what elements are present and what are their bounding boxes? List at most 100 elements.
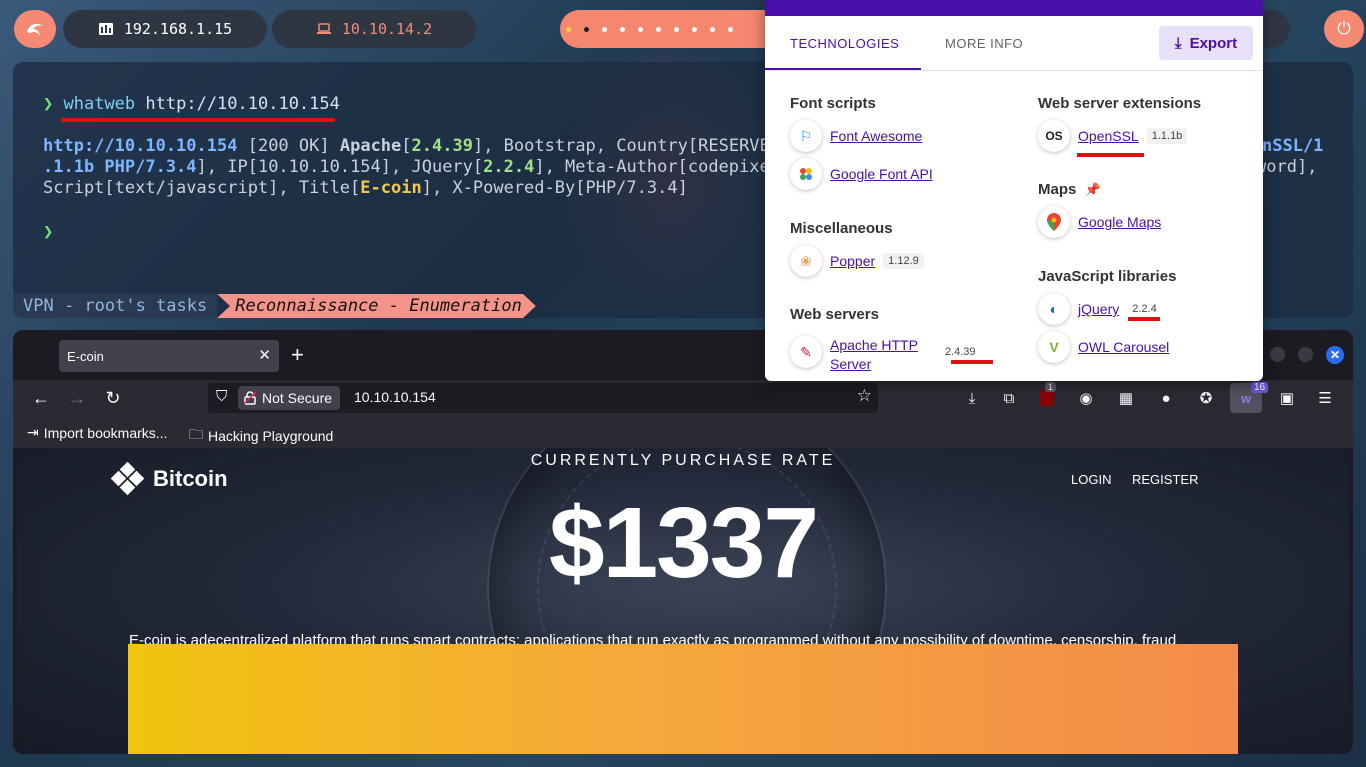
- prompt-symbol: ❯: [43, 94, 54, 114]
- tech-name[interactable]: Apache HTTP: [830, 336, 918, 355]
- tech-name[interactable]: Popper: [830, 253, 875, 269]
- status-window[interactable]: Reconnaissance - Enumeration: [217, 294, 536, 318]
- tech-popper[interactable]: ❀ Popper 1.12.9: [790, 245, 924, 277]
- vpn-ip-widget[interactable]: 10.10.14.2: [272, 10, 476, 48]
- tech-name[interactable]: Font Awesome: [830, 128, 922, 144]
- prompt-symbol: ❯: [43, 222, 54, 242]
- tab-title: E-coin: [67, 348, 104, 364]
- minimize-button[interactable]: [1270, 347, 1285, 362]
- back-button[interactable]: ←: [29, 386, 53, 410]
- url-text[interactable]: 10.10.10.154: [354, 389, 436, 405]
- close-window-button[interactable]: ✕: [1326, 346, 1344, 364]
- workspace-dot[interactable]: [674, 26, 679, 32]
- red-underline-annotation: [61, 118, 335, 122]
- status-session: VPN - root's tasks: [13, 294, 218, 318]
- terminal-prompt-line: ❯: [43, 222, 53, 242]
- output-apache-version: 2.4.39: [411, 136, 473, 156]
- export-button[interactable]: ⤓ Export: [1159, 26, 1253, 60]
- tab-more-info[interactable]: MORE INFO: [945, 36, 1023, 51]
- monitor-icon: [98, 23, 113, 35]
- workspace-dot[interactable]: [710, 26, 715, 32]
- workspace-dot[interactable]: [638, 26, 643, 32]
- red-underline-annotation: [951, 360, 993, 364]
- price-display: $1337: [548, 487, 819, 599]
- kali-menu-button[interactable]: [14, 10, 56, 48]
- red-underline-annotation: [1077, 153, 1144, 157]
- tech-owl-carousel[interactable]: V OWL Carousel: [1038, 331, 1169, 363]
- downloads-icon[interactable]: ⤓: [960, 386, 984, 410]
- terminal-command-line: ❯ whatweb http://10.10.10.154: [43, 94, 340, 114]
- output-close: ]: [677, 178, 688, 198]
- tech-name[interactable]: jQuery: [1078, 301, 1119, 317]
- close-tab-icon[interactable]: ✕: [258, 346, 271, 364]
- gradient-banner: [128, 644, 1238, 754]
- vpn-ip-text: 10.10.14.2: [341, 20, 433, 38]
- qr-code-icon[interactable]: ▦: [1114, 386, 1138, 410]
- bookmark-import[interactable]: ⇥ Import bookmarks...: [27, 424, 167, 441]
- register-link[interactable]: REGISTER: [1132, 472, 1198, 487]
- new-tab-button[interactable]: +: [291, 342, 304, 368]
- pin-icon[interactable]: 📌: [1085, 182, 1101, 197]
- not-secure-badge[interactable]: Not Secure: [238, 386, 341, 410]
- tech-apache[interactable]: ✎ Apache HTTP Server 2.4.39: [790, 336, 981, 374]
- workspace-dot[interactable]: [620, 26, 625, 32]
- map-pin-icon: [1038, 206, 1070, 238]
- workspace-dot[interactable]: [728, 26, 733, 32]
- tech-version: 2.4.39: [944, 346, 976, 358]
- tech-font-awesome[interactable]: ⚐ Font Awesome: [790, 120, 922, 152]
- output-php: PHP/7.3.4: [585, 178, 678, 198]
- shield-icon[interactable]: ⛉: [216, 388, 227, 405]
- url-bar[interactable]: ⛉ Not Secure 10.10.10.154 ☆: [208, 383, 878, 413]
- extensions-icon[interactable]: ⧉: [997, 386, 1021, 410]
- cookie-editor-icon[interactable]: ✪: [1194, 386, 1218, 410]
- browser-tab[interactable]: E-coin ✕: [59, 340, 279, 372]
- output-tail-text: nSSL/1: [1262, 136, 1324, 156]
- user-agent-icon[interactable]: ▣: [1275, 386, 1299, 410]
- tech-name[interactable]: OWL Carousel: [1078, 339, 1169, 355]
- tech-name[interactable]: Google Maps: [1078, 214, 1161, 230]
- menu-icon[interactable]: ☰: [1313, 386, 1337, 410]
- kali-dragon-icon: [27, 24, 43, 35]
- forward-button[interactable]: →: [65, 386, 89, 410]
- tech-name[interactable]: Google Font API: [830, 166, 933, 182]
- workspace-switcher[interactable]: [560, 10, 770, 48]
- bookmark-folder-hacking[interactable]: 🗀 Hacking Playground: [189, 424, 333, 448]
- output-powered-by: ], X-Powered-By[: [421, 178, 586, 198]
- workspace-dot[interactable]: [692, 26, 697, 32]
- tech-name[interactable]: OpenSSL: [1078, 128, 1139, 144]
- tech-version: 1.1.1b: [1146, 128, 1188, 144]
- tmux-status-bar: VPN - root's tasks Reconnaissance - Enum…: [13, 294, 536, 318]
- maximize-button[interactable]: [1298, 347, 1313, 362]
- tech-openssl[interactable]: OS OpenSSL 1.1.1b: [1038, 120, 1188, 152]
- login-link[interactable]: LOGIN: [1071, 472, 1111, 487]
- google-fonts-icon: [790, 158, 822, 190]
- output-ip: 10.10.10.154: [257, 157, 381, 177]
- workspace-dot[interactable]: [602, 26, 607, 32]
- category-font-scripts: Font scripts: [790, 95, 876, 112]
- output-openssl: .1.1b PHP/7.3.4: [43, 157, 197, 177]
- foxyproxy-icon[interactable]: ◉: [1074, 386, 1098, 410]
- jquery-icon: ◐: [1038, 293, 1070, 325]
- bookmark-star-icon[interactable]: ☆: [857, 386, 872, 406]
- output-apache: Apache: [339, 136, 402, 156]
- output-rest: , Bootstrap, Country[RESERVED: [483, 136, 781, 156]
- workspace-dot[interactable]: [656, 26, 661, 32]
- tech-name-continued[interactable]: Server: [830, 355, 918, 374]
- output-url: http://10.10.10.154: [43, 136, 238, 156]
- export-label: Export: [1189, 34, 1238, 52]
- output-tail-1: nSSL/1: [1262, 136, 1323, 156]
- tech-google-maps[interactable]: Google Maps: [1038, 206, 1161, 238]
- workspace-dot[interactable]: [584, 26, 589, 32]
- category-maps: Maps 📌: [1038, 181, 1101, 198]
- local-ip-widget[interactable]: 192.168.1.15: [63, 10, 267, 48]
- tab-technologies[interactable]: TECHNOLOGIES: [790, 36, 899, 51]
- power-button[interactable]: ⏻: [1324, 10, 1364, 48]
- category-web-servers: Web servers: [790, 306, 879, 323]
- tech-google-font-api[interactable]: Google Font API: [790, 158, 933, 190]
- cookie-icon[interactable]: ●: [1154, 386, 1178, 410]
- reload-button[interactable]: ↻: [101, 386, 125, 410]
- import-icon: ⇥: [27, 424, 39, 440]
- flag-icon: ⚐: [790, 120, 822, 152]
- workspace-dot[interactable]: [566, 26, 571, 32]
- download-icon: ⤓: [1174, 34, 1182, 52]
